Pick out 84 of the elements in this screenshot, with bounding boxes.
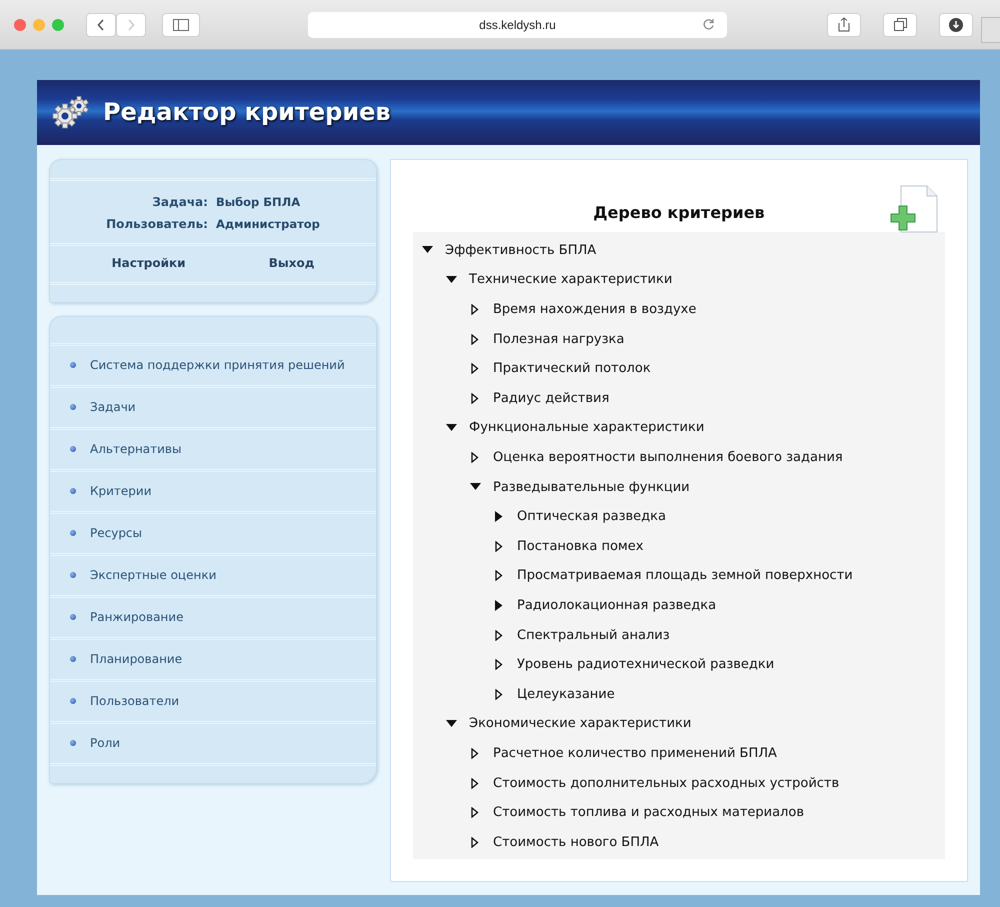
- nav-link[interactable]: Экспертные оценки: [90, 568, 216, 582]
- bullet-icon: [70, 614, 76, 620]
- collapsed-triangle-icon[interactable]: [495, 511, 503, 522]
- nav-link[interactable]: Ранжирование: [90, 610, 184, 624]
- tree-node[interactable]: Радиолокационная разведка: [517, 598, 716, 613]
- address-field[interactable]: dss.keldysh.ru: [308, 12, 727, 38]
- sidebar-button[interactable]: [162, 12, 200, 36]
- nav-link[interactable]: Роли: [90, 736, 120, 750]
- leaf-triangle-icon: [471, 836, 479, 848]
- tree-node[interactable]: Расчетное количество применений БПЛА: [493, 746, 777, 761]
- download-icon: [949, 18, 963, 32]
- leaf-triangle-icon: [471, 363, 479, 374]
- leaf-triangle-icon: [471, 392, 479, 404]
- expanded-triangle-icon[interactable]: [422, 246, 432, 254]
- leaf-triangle-icon: [495, 688, 503, 700]
- tree-node[interactable]: Полезная нагрузка: [493, 332, 624, 347]
- sidebar-icon: [173, 18, 189, 30]
- field-value: Администратор: [216, 216, 320, 231]
- leaf-triangle-icon: [471, 748, 479, 759]
- nav-link[interactable]: Задачи: [90, 400, 136, 414]
- nav-link[interactable]: Планирование: [90, 652, 182, 666]
- bullet-icon: [70, 656, 76, 662]
- expanded-triangle-icon[interactable]: [470, 483, 480, 492]
- bullet-icon: [70, 740, 76, 746]
- bullet-icon: [70, 362, 76, 368]
- gears-icon: [51, 95, 91, 130]
- leaf-triangle-icon: [471, 304, 479, 316]
- tabs-button[interactable]: [883, 12, 917, 36]
- tree-node[interactable]: Спектральный анализ: [517, 628, 670, 643]
- nav-link[interactable]: Ресурсы: [90, 526, 142, 540]
- share-button[interactable]: [827, 12, 861, 36]
- tree-node[interactable]: Уровень радиотехнической разведки: [517, 657, 774, 672]
- tree-node[interactable]: Стоимость дополнительных расходных устройств: [493, 776, 840, 791]
- bullet-icon: [70, 698, 76, 704]
- tree-node[interactable]: Целеуказание: [517, 686, 615, 702]
- collapsed-triangle-icon[interactable]: [495, 600, 503, 611]
- leaf-triangle-icon: [495, 630, 503, 641]
- reload-icon[interactable]: [702, 18, 715, 30]
- field-label: Задача:: [151, 194, 208, 209]
- tree-node[interactable]: Эффективность БПЛА: [445, 242, 596, 258]
- tabs-icon: [894, 18, 906, 31]
- expanded-triangle-icon[interactable]: [446, 276, 456, 284]
- share-icon: [838, 17, 850, 32]
- tree-node[interactable]: Технические характеристики: [469, 272, 672, 288]
- download-button[interactable]: [939, 12, 973, 36]
- session-link[interactable]: Настройки: [112, 256, 186, 270]
- forward-icon: [127, 18, 135, 30]
- tree-node[interactable]: Оптическая разведка: [517, 509, 666, 524]
- nav-link[interactable]: Пользователи: [90, 694, 180, 708]
- leaf-triangle-icon: [495, 570, 503, 582]
- page-title: Редактор критериев: [103, 98, 391, 126]
- tree-node[interactable]: Время нахождения в воздухе: [493, 302, 696, 318]
- leaf-triangle-icon: [471, 807, 479, 818]
- field-label: Пользователь:: [106, 216, 208, 231]
- bullet-icon: [70, 488, 76, 494]
- tree-node[interactable]: Функциональные характеристики: [469, 420, 704, 436]
- nav-link[interactable]: Критерии: [90, 484, 152, 498]
- expanded-triangle-icon[interactable]: [446, 424, 456, 432]
- tree-node[interactable]: Стоимость топлива и расходных материалов: [493, 805, 804, 820]
- tree-title: Дерево критериев: [593, 202, 765, 222]
- bullet-icon: [70, 572, 76, 578]
- session-link[interactable]: Выход: [268, 256, 314, 270]
- tree-node[interactable]: Разведывательные функции: [493, 480, 690, 495]
- field-value: Выбор БПЛА: [216, 194, 302, 209]
- leaf-triangle-icon: [471, 334, 479, 345]
- bullet-icon: [70, 404, 76, 410]
- tree-node[interactable]: Оценка вероятности выполнения боевого задания: [493, 450, 843, 465]
- tree-node[interactable]: Постановка помех: [517, 538, 644, 554]
- tree-node[interactable]: Стоимость нового БПЛА: [493, 834, 659, 850]
- tree-node[interactable]: Экономические характеристики: [469, 716, 692, 732]
- back-button[interactable]: [86, 12, 116, 36]
- leaf-triangle-icon: [471, 778, 479, 789]
- tree-node[interactable]: Практический потолок: [493, 361, 651, 376]
- leaf-triangle-icon: [471, 452, 479, 463]
- tree-node[interactable]: Радиус действия: [493, 390, 610, 406]
- nav-link[interactable]: Система поддержки принятия решений: [90, 358, 345, 372]
- bullet-icon: [70, 530, 76, 536]
- tree-node[interactable]: Просматриваемая площадь земной поверхности: [517, 568, 853, 584]
- nav-link[interactable]: Альтернативы: [90, 442, 182, 456]
- leaf-triangle-icon: [495, 659, 503, 670]
- back-icon: [97, 18, 105, 30]
- expanded-triangle-icon[interactable]: [446, 720, 456, 728]
- bullet-icon: [70, 446, 76, 452]
- leaf-triangle-icon: [495, 540, 503, 552]
